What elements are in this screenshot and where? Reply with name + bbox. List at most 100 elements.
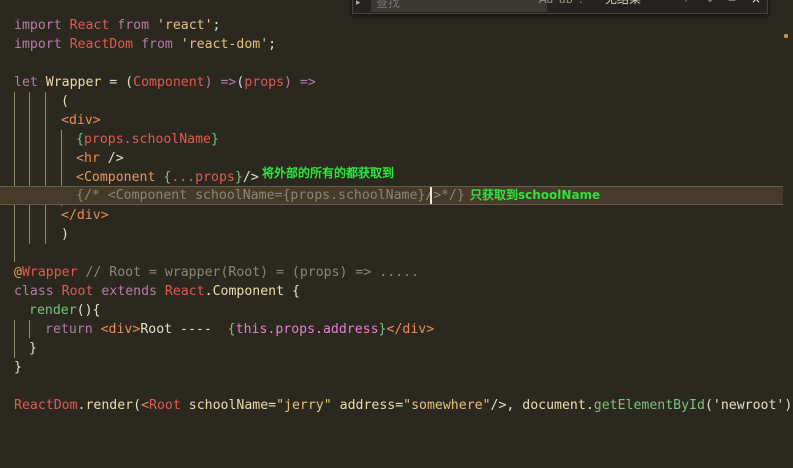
string: ('newroot')) — [704, 398, 793, 413]
punctuation: /> — [99, 151, 124, 166]
identifier: Component — [133, 75, 205, 90]
code-line-5: ( — [0, 92, 793, 111]
close-icon[interactable]: × — [749, 0, 763, 9]
jsx-tag: Root — [149, 398, 181, 413]
arrow-operator: ) => — [204, 75, 237, 90]
arrow-up-icon[interactable]: ↑ — [679, 0, 693, 9]
identifier: React — [69, 18, 110, 33]
keyword: from — [141, 37, 173, 52]
code-line-12: ) — [0, 225, 793, 244]
punctuation: ( — [61, 94, 69, 109]
jsx-tag: hr — [83, 151, 100, 166]
code-line-17: return <div>Root ---- {this.props.addres… — [0, 320, 793, 339]
punctuation: < — [141, 398, 150, 413]
keyword: return — [45, 322, 93, 337]
identifier: Root — [61, 284, 94, 299]
match-case-icon[interactable]: Aa — [539, 0, 553, 10]
method-name: render — [29, 303, 77, 318]
selection-icon[interactable]: ≡ — [725, 0, 739, 9]
string: "somewhere" — [403, 398, 491, 413]
comment: // Root = wrapper(Root) = (props) => ...… — [77, 265, 419, 280]
overview-ruler-marker — [784, 34, 788, 38]
punctuation: { — [76, 132, 84, 147]
punctuation: > — [426, 322, 435, 337]
keyword: let — [14, 75, 38, 90]
code-line-18: } — [0, 339, 793, 358]
jsx-text: Root ---- — [140, 322, 228, 337]
keyword: import — [14, 37, 62, 52]
string: 'react-dom' — [180, 37, 269, 52]
code-editor[interactable]: import React from 'react'; import ReactD… — [0, 0, 793, 468]
punctuation: { — [227, 322, 236, 337]
code-line-9: <Component {...props}/> 将外部的所有的都获取到 — [0, 166, 793, 187]
punctuation: { — [284, 284, 300, 299]
string: "jerry" — [276, 398, 332, 413]
identifier: Component — [212, 284, 285, 299]
code-line-19: } — [0, 358, 793, 377]
comment: /* <Component schoolName={props.schoolNa… — [83, 188, 442, 203]
punctuation: </ — [61, 208, 77, 223]
punctuation: } — [378, 322, 387, 337]
punctuation: < — [76, 170, 84, 185]
punctuation: (){ — [76, 303, 101, 318]
regex-icon[interactable]: .* — [579, 0, 588, 10]
decorator-symbol: @ — [14, 265, 22, 280]
keyword: class — [14, 284, 54, 299]
punctuation: } — [29, 341, 37, 356]
punctuation: = — [268, 398, 277, 413]
punctuation: < — [76, 151, 84, 166]
code-line-10-current: {/* <Component schoolName={props.schoolN… — [0, 186, 783, 205]
find-result-count: 无结果 — [605, 0, 641, 9]
code-line-14: @Wrapper // Root = wrapper(Root) = (prop… — [0, 263, 793, 282]
code-line-2: import ReactDom from 'react-dom'; — [0, 35, 793, 54]
punctuation: . — [585, 398, 594, 413]
punctuation: . — [204, 284, 213, 299]
identifier: document — [522, 398, 586, 413]
punctuation: = — [395, 398, 404, 413]
punctuation: </ — [386, 322, 403, 337]
chevron-right-icon[interactable]: ▸ — [356, 0, 366, 10]
code-line-4: let Wrapper = (Component) =>(props) => — [0, 73, 793, 92]
punctuation: } — [14, 360, 22, 375]
arrow-operator: ) => — [284, 75, 316, 90]
method-name: getElementById — [593, 398, 705, 413]
punctuation: ; — [212, 18, 221, 33]
punctuation: > — [92, 113, 101, 128]
jsx-attribute: schoolName — [188, 398, 269, 413]
schoolname-annotation: 只获取到schoolName — [470, 188, 601, 202]
decorator: Wrapper — [21, 265, 78, 280]
punctuation: { — [76, 188, 84, 203]
code-line-16: render(){ — [0, 301, 793, 320]
punctuation: } — [211, 132, 219, 147]
jsx-tag: div — [402, 322, 427, 337]
code-line-21: ReactDom.render(<Root schoolName="jerry"… — [0, 396, 793, 415]
text-cursor — [430, 187, 432, 204]
identifier: ReactDom — [69, 37, 134, 52]
identifier: props — [244, 75, 285, 90]
identifier: Wrapper — [45, 75, 102, 90]
punctuation: /> — [490, 398, 507, 413]
find-widget: ▸ Aa ab .* 无结果 ↑ ↓ ≡ × — [352, 0, 768, 14]
identifier: React — [164, 284, 205, 299]
punctuation: > — [100, 208, 109, 223]
keyword: import — [14, 18, 62, 33]
expression: props.schoolName — [83, 132, 211, 147]
code-line-1: import React from 'react'; — [0, 16, 793, 35]
expression: ...props — [171, 170, 235, 185]
comment: */ — [433, 188, 457, 203]
keyword: from — [117, 18, 150, 33]
punctuation: /> — [242, 170, 259, 185]
punctuation: < — [100, 322, 109, 337]
find-input[interactable] — [371, 0, 547, 12]
arrow-down-icon[interactable]: ↓ — [703, 0, 717, 9]
identifier: ReactDom — [14, 398, 78, 413]
jsx-attribute: address — [339, 398, 396, 413]
code-line-6: <div> — [0, 111, 793, 130]
code-line-15: class Root extends React.Component { — [0, 282, 793, 301]
punctuation: } — [456, 188, 465, 203]
code-line-8: <hr /> — [0, 149, 793, 168]
match-word-icon[interactable]: ab — [559, 0, 573, 10]
string: 'react' — [156, 18, 213, 33]
jsx-tag: div — [76, 208, 101, 223]
punctuation: ( — [133, 398, 142, 413]
